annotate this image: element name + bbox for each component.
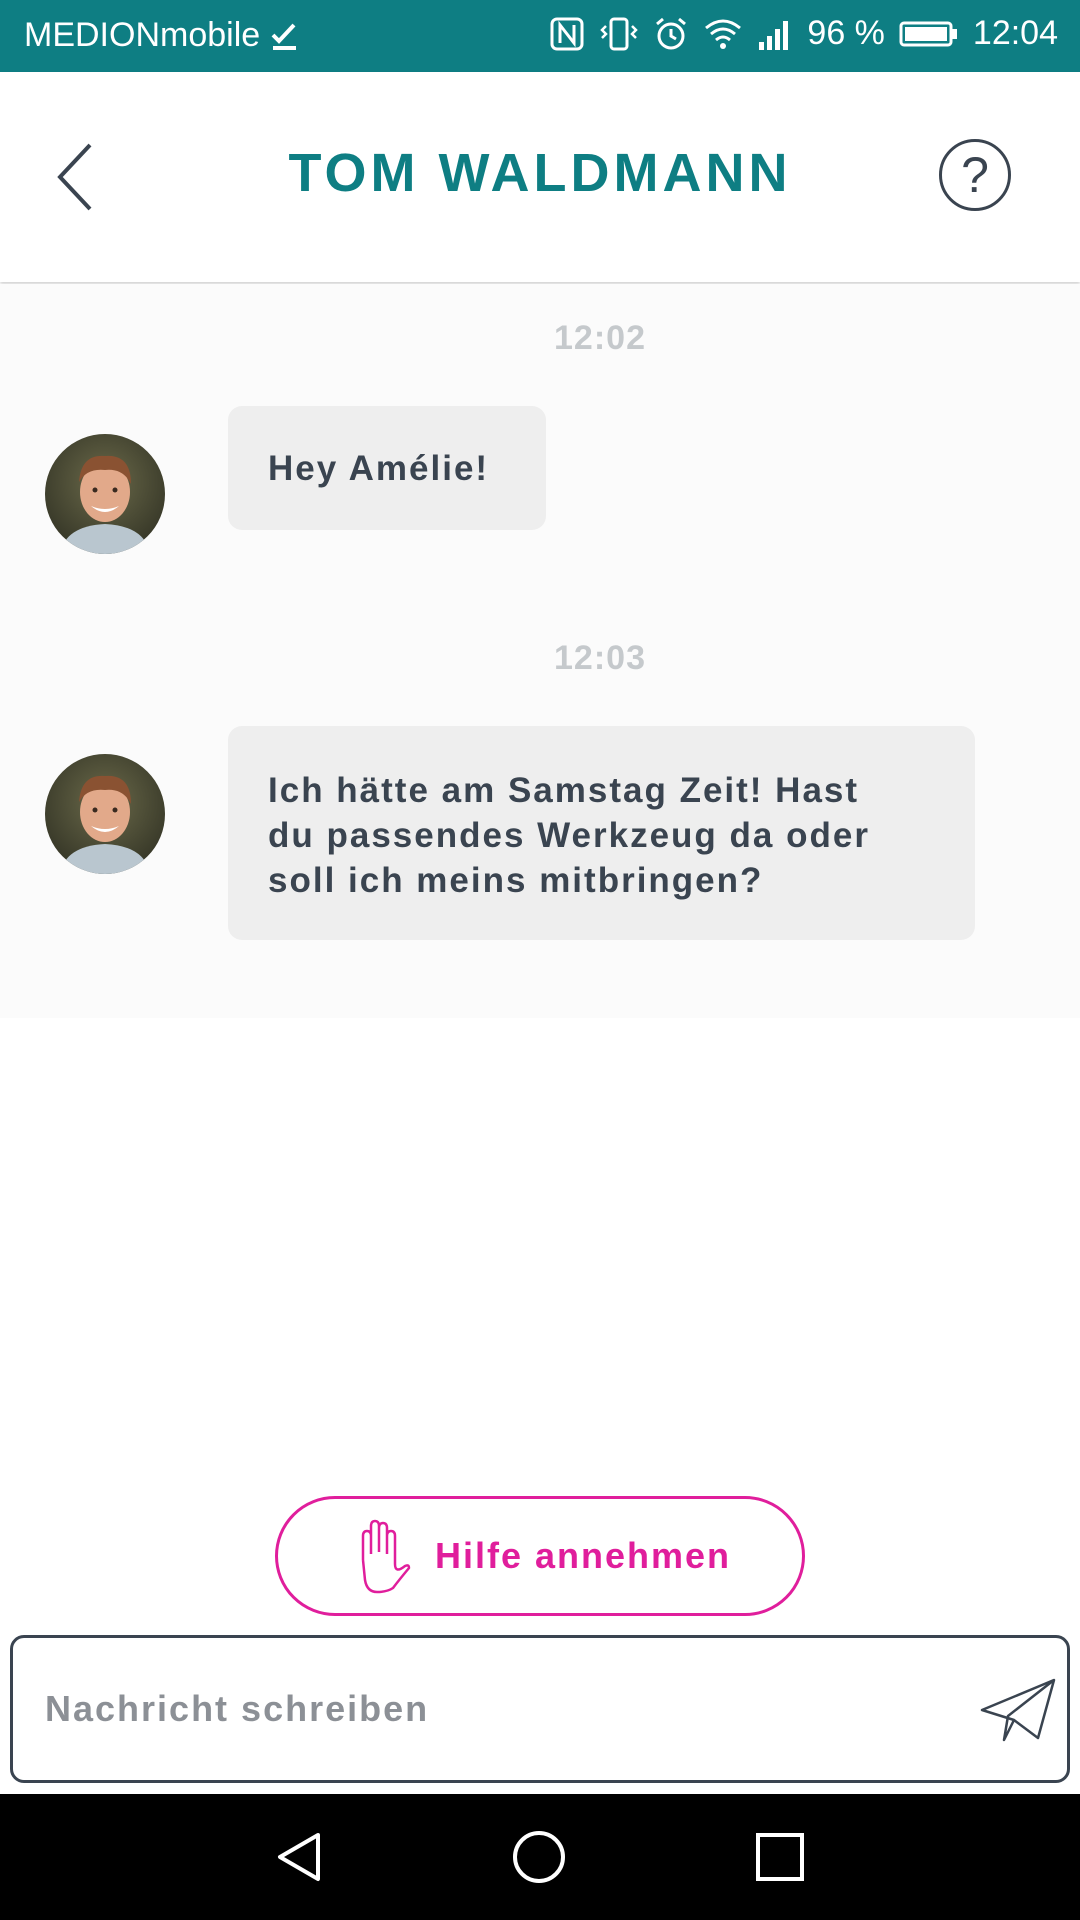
nav-back-button[interactable] — [272, 1829, 328, 1889]
message-bubble: Ich hätte am Samstag Zeit! Hast du passe… — [228, 726, 975, 940]
message-line: du passendes Werkzeug da oder — [268, 816, 870, 855]
avatar[interactable] — [45, 434, 165, 554]
avatar[interactable] — [45, 754, 165, 874]
avatar-image — [45, 754, 165, 874]
nav-recents-button[interactable] — [752, 1829, 808, 1889]
nfc-icon — [550, 17, 584, 50]
wifi-icon — [705, 19, 742, 49]
alarm-icon — [656, 17, 687, 49]
clock: 12:04 — [972, 14, 1058, 52]
message-composer — [10, 1635, 1070, 1783]
square-recents-icon — [756, 1833, 804, 1881]
help-button[interactable]: ? — [939, 139, 1011, 211]
message-timestamp: 12:02 — [554, 319, 646, 357]
send-button[interactable] — [978, 1676, 1058, 1744]
signal-icon — [759, 20, 789, 50]
chat-area: 12:02 Hey Amélie! 12:03 Ich hätte am Sam… — [0, 284, 1080, 1018]
question-icon: ? — [961, 147, 989, 203]
message-timestamp: 12:03 — [554, 639, 646, 677]
status-icons: 96 % 12:04 — [549, 14, 1058, 53]
message-bubble: Hey Amélie! — [228, 406, 546, 530]
accept-help-label: Hilfe annehmen — [434, 1535, 732, 1576]
check-icon — [271, 23, 297, 50]
paper-plane-icon — [980, 1678, 1056, 1742]
avatar-image — [45, 434, 165, 554]
carrier-group: MEDIONmobile — [24, 16, 300, 55]
message-line: Ich hätte am Samstag Zeit! Hast — [268, 771, 860, 810]
navigation-bar — [0, 1794, 1080, 1920]
page-title: TOM WALDMANN — [288, 143, 792, 203]
triangle-back-icon — [278, 1833, 320, 1881]
status-bar: MEDIONmobile 96 % 12:04 — [0, 0, 1080, 72]
nav-home-button[interactable] — [511, 1829, 567, 1889]
vibrate-icon — [600, 17, 639, 50]
hand-icon — [361, 1519, 411, 1594]
message-input[interactable] — [43, 1668, 947, 1750]
battery-percent: 96 % — [807, 14, 885, 52]
message-line: soll ich meins mitbringen? — [268, 861, 764, 900]
chat-header: TOM WALDMANN ? — [0, 72, 1080, 282]
circle-home-icon — [513, 1831, 565, 1883]
accept-help-button[interactable]: Hilfe annehmen — [275, 1496, 805, 1616]
carrier-name: MEDIONmobile — [24, 16, 261, 54]
message-text: Hey Amélie! — [268, 448, 490, 488]
battery-icon — [899, 21, 957, 46]
